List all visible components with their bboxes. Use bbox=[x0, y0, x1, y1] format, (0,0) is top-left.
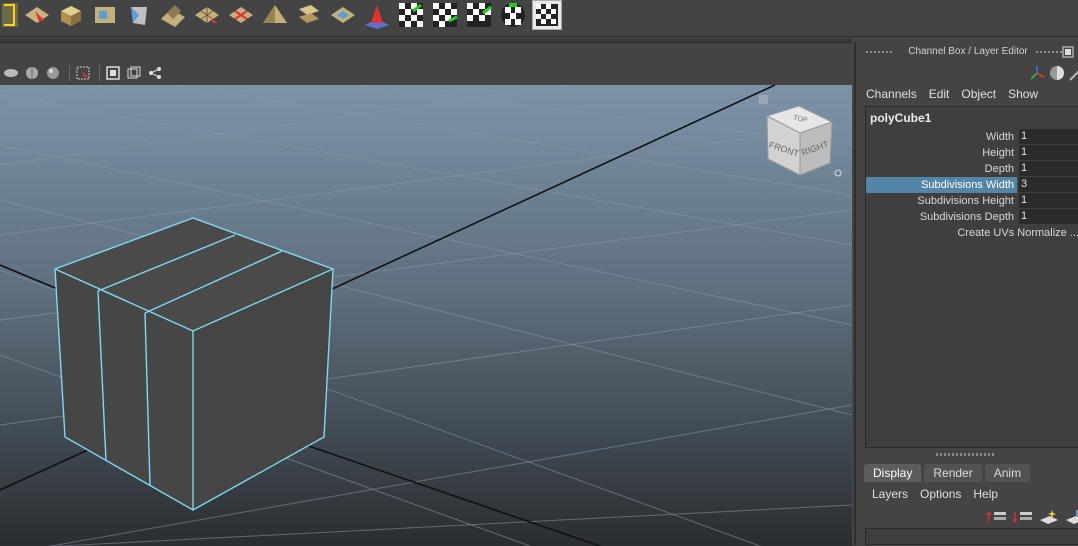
attr-label[interactable]: Subdivisions Height bbox=[866, 193, 1017, 209]
shelf-toolbar bbox=[0, 0, 1078, 37]
uv-lamp-icon[interactable] bbox=[362, 0, 392, 30]
uv-stack-icon[interactable] bbox=[294, 0, 324, 30]
attr-value-field[interactable]: 1 bbox=[1019, 129, 1078, 144]
attr-label[interactable]: Subdivisions Depth bbox=[866, 209, 1017, 225]
isolate-icon[interactable] bbox=[104, 64, 122, 82]
channel-box-menu: Channels Edit Object Show bbox=[866, 86, 1050, 102]
viewport-toolbar bbox=[0, 61, 854, 85]
attr-row-subdivisions-width[interactable]: Subdivisions Width 3 bbox=[866, 177, 1078, 193]
move-layer-up-icon[interactable] bbox=[986, 508, 1008, 526]
attr-row-height[interactable]: Height 1 bbox=[866, 145, 1078, 161]
uv-planar-icon[interactable] bbox=[90, 0, 120, 30]
attr-label[interactable]: Height bbox=[866, 145, 1017, 161]
menu-show[interactable]: Show bbox=[1008, 86, 1038, 102]
uv-box-icon[interactable] bbox=[56, 0, 86, 30]
attr-row-width[interactable]: Width 1 bbox=[866, 129, 1078, 145]
layer-list[interactable] bbox=[865, 528, 1078, 545]
checker-grid-icon[interactable] bbox=[532, 0, 562, 30]
menu-options[interactable]: Options bbox=[920, 486, 961, 502]
new-layer-icon[interactable] bbox=[1038, 508, 1060, 526]
menu-channels[interactable]: Channels bbox=[866, 86, 917, 102]
home-icon[interactable] bbox=[759, 95, 768, 104]
attr-row-subdivisions-depth[interactable]: Subdivisions Depth 1 bbox=[866, 209, 1078, 225]
float-window-icon[interactable] bbox=[1062, 46, 1074, 58]
uv-select-icon[interactable] bbox=[22, 0, 52, 30]
uv-grid-select-icon[interactable] bbox=[192, 0, 222, 30]
attr-label[interactable]: Depth bbox=[866, 161, 1017, 177]
hyperbolic-icon[interactable] bbox=[1068, 64, 1078, 82]
uv-cut-icon[interactable] bbox=[226, 0, 256, 30]
xray-icon[interactable] bbox=[125, 64, 143, 82]
share-icon[interactable] bbox=[146, 64, 164, 82]
toolbar-separator bbox=[69, 65, 70, 81]
perspective-viewport[interactable]: TOP FRONT RIGHT bbox=[0, 42, 852, 546]
attr-value-field[interactable]: 1 bbox=[1019, 209, 1078, 224]
manipulator-icon[interactable] bbox=[1028, 64, 1046, 82]
panel-splitter[interactable] bbox=[936, 453, 996, 456]
checker-arrow-icon[interactable] bbox=[396, 0, 426, 30]
uv-prism-icon[interactable] bbox=[124, 0, 154, 30]
attr-row-create-uvs[interactable]: Create UVs Normalize ... bbox=[866, 225, 1078, 241]
channel-box-layer-editor: Channel Box / Layer Editor Channels Edit… bbox=[854, 42, 1078, 545]
attr-row-subdivisions-height[interactable]: Subdivisions Height 1 bbox=[866, 193, 1078, 209]
layer-editor-tabs: Display Render Anim bbox=[864, 464, 1033, 482]
layer-editor-menu: Layers Options Help bbox=[872, 486, 1010, 502]
checker-arrow2-icon[interactable] bbox=[430, 0, 460, 30]
uv-tile-icon[interactable] bbox=[328, 0, 358, 30]
tab-anim[interactable]: Anim bbox=[984, 464, 1031, 482]
dock-drag-handle[interactable] bbox=[1036, 51, 1064, 53]
menu-object[interactable]: Object bbox=[961, 86, 996, 102]
uv-layout-icon[interactable] bbox=[0, 0, 20, 30]
uv-pyramid-icon[interactable] bbox=[260, 0, 290, 30]
attr-label[interactable]: Subdivisions Width bbox=[866, 177, 1017, 193]
checker-globe-icon[interactable] bbox=[498, 0, 528, 30]
speed-icon[interactable] bbox=[1048, 64, 1066, 82]
wireframe-shade-icon[interactable] bbox=[23, 64, 41, 82]
attr-value-field[interactable]: 1 bbox=[1019, 193, 1078, 208]
new-layer-selected-icon[interactable] bbox=[1064, 508, 1078, 526]
smooth-shade-icon[interactable] bbox=[2, 64, 20, 82]
attr-label[interactable]: Create UVs Normalize ... bbox=[866, 225, 1078, 241]
checker-arrow3-icon[interactable] bbox=[464, 0, 494, 30]
uv-unfold-icon[interactable] bbox=[158, 0, 188, 30]
menu-layers[interactable]: Layers bbox=[872, 486, 908, 502]
attr-value-field[interactable]: 1 bbox=[1019, 161, 1078, 176]
menu-edit[interactable]: Edit bbox=[929, 86, 950, 102]
menu-help[interactable]: Help bbox=[973, 486, 998, 502]
tab-render[interactable]: Render bbox=[924, 464, 982, 482]
textured-icon[interactable] bbox=[44, 64, 62, 82]
toolbar-separator bbox=[99, 65, 100, 81]
channel-box: polyCube1 Width 1 Height 1 Depth 1 Subdi… bbox=[865, 106, 1078, 448]
move-layer-down-icon[interactable] bbox=[1012, 508, 1034, 526]
tab-display[interactable]: Display bbox=[864, 464, 922, 482]
attr-row-depth[interactable]: Depth 1 bbox=[866, 161, 1078, 177]
viewport-scene[interactable]: TOP FRONT RIGHT bbox=[0, 85, 852, 546]
object-name[interactable]: polyCube1 bbox=[870, 111, 931, 125]
attr-value-field[interactable]: 3 bbox=[1019, 177, 1078, 192]
attr-label[interactable]: Width bbox=[866, 129, 1017, 145]
attr-value-field[interactable]: 1 bbox=[1019, 145, 1078, 160]
select-region-icon[interactable] bbox=[74, 64, 92, 82]
